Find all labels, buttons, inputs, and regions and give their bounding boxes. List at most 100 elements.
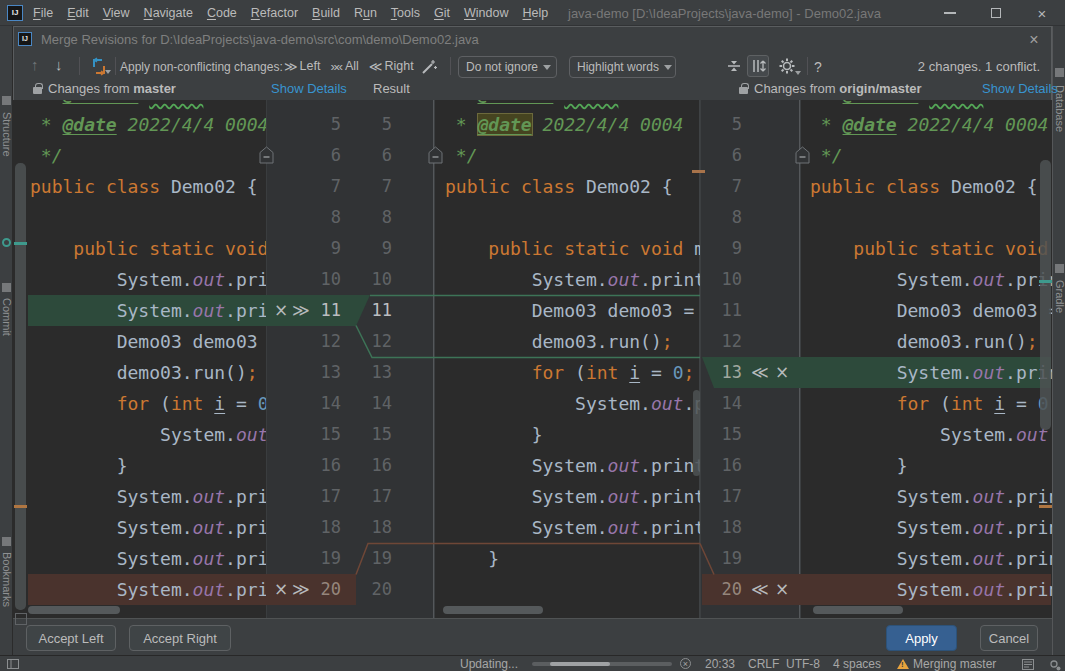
right-scrollbar-thumb[interactable] <box>1040 160 1051 430</box>
dialog-close-icon[interactable]: × <box>1024 30 1044 50</box>
line-number: 7 <box>266 171 341 202</box>
menu-run[interactable]: Run <box>347 6 384 20</box>
code-line: System.out.println("2"); <box>30 512 266 543</box>
status-indent[interactable]: 4 spaces <box>833 657 881 671</box>
left-panel-title: Changes from master <box>48 81 176 96</box>
menu-navigate[interactable]: Navigate <box>137 6 200 20</box>
gear-icon[interactable] <box>778 57 796 75</box>
code-line: System.out.println("1"); <box>30 481 266 512</box>
notifications-icon[interactable] <box>1022 659 1034 670</box>
app-logo-icon[interactable]: IJ <box>7 5 23 21</box>
fold-marker-icon[interactable] <box>795 146 810 164</box>
code-line: System.out.println("Hello"); <box>30 295 266 326</box>
middle-hscrollbar-thumb[interactable] <box>443 606 543 614</box>
line-number: 10 <box>266 264 341 295</box>
apply-change-icon[interactable]: ≪ <box>751 357 769 388</box>
ignore-policy-dropdown[interactable]: Do not ignore <box>458 56 557 78</box>
middle-scrollbar-thumb[interactable] <box>693 390 700 476</box>
menu-help[interactable]: Help <box>515 6 555 20</box>
status-bar: Updating... × 20:33 CRLF UTF-8 4 spaces … <box>0 655 1065 671</box>
minimize-button[interactable] <box>927 0 973 26</box>
line-number: 6 <box>701 140 742 171</box>
cancel-button[interactable]: Cancel <box>980 625 1038 651</box>
highlight-mode-dropdown[interactable]: Highlight words <box>569 56 676 78</box>
ignore-change-icon[interactable]: × <box>272 574 290 605</box>
main-menu: FileEditViewNavigateCodeRefactorBuildRun… <box>26 0 555 26</box>
right-show-details-link[interactable]: Show Details <box>982 81 1058 96</box>
sync-scrolling-toggle[interactable] <box>747 55 769 77</box>
toolwindow-tab-gradle[interactable]: Gradle <box>1054 280 1065 313</box>
accept-right-button[interactable]: Accept Right <box>129 625 231 651</box>
menu-git[interactable]: Git <box>427 6 457 20</box>
apply-change-icon[interactable]: ≫ <box>292 574 310 605</box>
right-hscrollbar-thumb[interactable] <box>813 606 903 614</box>
structure-toolwindow-icon <box>2 96 11 105</box>
apply-change-icon[interactable]: ≪ <box>751 574 769 605</box>
accept-left-button[interactable]: Accept Left <box>26 625 116 651</box>
menu-view[interactable]: View <box>96 6 137 20</box>
code-line: System.out.println("3"); <box>30 543 266 574</box>
apply-change-icon[interactable]: ≫ <box>292 295 310 326</box>
prev-change-icon[interactable]: ↑ <box>31 56 39 73</box>
code-panel-right[interactable]: * @author xxxxx * @date 2022/4/4 0004 */… <box>801 100 1052 618</box>
status-time[interactable]: 20:33 <box>705 657 735 671</box>
line-number: 9 <box>266 233 341 264</box>
ignore-change-icon[interactable]: × <box>773 357 791 388</box>
line-number: 17 <box>354 481 392 512</box>
settings-gear-icon[interactable] <box>1048 658 1061 671</box>
toolwindow-tab-commit[interactable]: Commit <box>1 298 13 336</box>
progress-bar <box>532 662 672 666</box>
code-panel-left[interactable]: * @author xxxxx * @date 2022/4/4 0004 */… <box>28 100 266 618</box>
line-number: 15 <box>266 419 341 450</box>
line-number: 12 <box>266 326 341 357</box>
line-number: 9 <box>701 233 742 264</box>
left-hscrollbar-thumb[interactable] <box>28 606 120 614</box>
fold-marker-icon[interactable] <box>428 146 443 164</box>
chevrons-icon: »« <box>330 59 340 74</box>
next-change-icon[interactable]: ↓ <box>55 56 63 73</box>
menu-refactor[interactable]: Refactor <box>244 6 305 20</box>
status-encoding[interactable]: UTF-8 <box>786 657 820 671</box>
apply-nonconflicting-icon[interactable] <box>89 57 109 77</box>
code-line: * @date 2022/4/4 0004 <box>30 109 266 140</box>
apply-all-button[interactable]: »«All <box>330 59 358 74</box>
apply-left-button[interactable]: ≫Left <box>284 59 320 74</box>
collapse-unchanged-icon[interactable] <box>726 58 742 74</box>
left-show-details-link[interactable]: Show Details <box>271 81 347 96</box>
cancel-progress-icon[interactable]: × <box>680 658 691 669</box>
code-line: * @author xxxxx <box>445 100 618 109</box>
menu-code[interactable]: Code <box>200 6 244 20</box>
code-line: System.out.println("1"); <box>810 481 1052 512</box>
ignore-change-icon[interactable]: × <box>272 295 290 326</box>
fold-marker-icon[interactable] <box>259 146 274 164</box>
menu-edit[interactable]: Edit <box>60 6 96 20</box>
code-line: public static void main(String[] args) { <box>445 233 700 264</box>
toolwindow-tab-structure[interactable]: Structure <box>1 112 13 157</box>
apply-right-button[interactable]: ≪Right <box>369 59 414 74</box>
code-line: public class Demo02 { <box>810 171 1038 202</box>
line-number: 20 <box>701 574 742 605</box>
apply-button[interactable]: Apply <box>886 625 957 651</box>
menu-window[interactable]: Window <box>457 6 515 20</box>
code-panel-middle[interactable]: * @author xxxxx * @date 2022/4/4 0004 */… <box>435 100 700 618</box>
status-line-separator[interactable]: CRLF <box>748 657 779 671</box>
menu-build[interactable]: Build <box>305 6 347 20</box>
toolwindow-tab-bookmarks[interactable]: Bookmarks <box>1 552 13 607</box>
menu-tools[interactable]: Tools <box>384 6 427 20</box>
help-icon[interactable]: ? <box>814 59 822 75</box>
ignore-change-icon[interactable]: × <box>773 574 791 605</box>
status-branch[interactable]: Merging master <box>913 657 996 671</box>
line-number: 16 <box>354 450 392 481</box>
stripe-handle-icon <box>2 238 11 247</box>
left-scrollbar-thumb[interactable] <box>15 163 26 610</box>
maximize-button[interactable] <box>973 0 1019 26</box>
line-number: 9 <box>354 233 392 264</box>
close-window-button[interactable]: × <box>1019 0 1065 26</box>
magic-resolve-icon[interactable] <box>420 58 438 76</box>
right-toolwindow-strip: DatabaseGradle <box>1052 26 1065 655</box>
layout-icon[interactable] <box>7 659 19 669</box>
left-stripe-mark-teal <box>14 242 27 245</box>
changes-summary: 2 changes. 1 conflict. <box>918 59 1040 74</box>
menu-file[interactable]: File <box>26 6 60 20</box>
line-number: 17 <box>701 481 742 512</box>
